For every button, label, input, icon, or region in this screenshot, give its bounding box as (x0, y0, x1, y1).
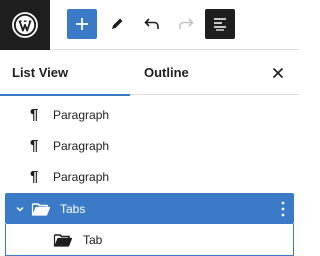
plus-icon (76, 18, 88, 30)
editor-toolbar (0, 0, 300, 50)
more-options-icon[interactable] (280, 200, 286, 218)
list-view-icon (214, 18, 226, 31)
list-item-paragraph[interactable]: ¶ Paragraph (0, 162, 300, 193)
close-icon (272, 67, 284, 79)
list-item-tab[interactable]: Tab (5, 224, 294, 256)
list-item-paragraph[interactable]: ¶ Paragraph (0, 131, 300, 162)
redo-button[interactable] (171, 9, 201, 39)
list-item-paragraph[interactable]: ¶ Paragraph (0, 100, 300, 131)
folder-icon (53, 234, 73, 247)
undo-button[interactable] (137, 9, 167, 39)
tab-outline[interactable]: Outline (144, 51, 189, 95)
redo-icon (179, 18, 194, 29)
wordpress-logo-icon (12, 12, 38, 38)
list-item-label: Tab (83, 233, 103, 247)
tab-list-view[interactable]: List View (0, 51, 130, 96)
close-panel-button[interactable] (270, 65, 286, 81)
paragraph-icon: ¶ (30, 168, 39, 185)
folder-icon (31, 203, 51, 216)
chevron-down-icon[interactable] (15, 204, 25, 214)
list-item-tabs[interactable]: Tabs (5, 193, 294, 224)
list-item-label: Paragraph (53, 108, 110, 122)
list-item-label: Paragraph (53, 170, 110, 184)
panel-tabs: List View Outline (0, 51, 300, 96)
pencil-icon (112, 18, 123, 29)
document-overview-button[interactable] (205, 9, 235, 39)
paragraph-icon: ¶ (30, 137, 39, 154)
wordpress-logo-button[interactable] (0, 0, 50, 50)
paragraph-icon: ¶ (30, 106, 39, 123)
undo-icon (144, 18, 159, 29)
list-item-label: Paragraph (53, 139, 110, 153)
tools-button[interactable] (102, 9, 132, 39)
add-block-button[interactable] (67, 9, 97, 39)
list-item-label: Tabs (60, 202, 86, 216)
